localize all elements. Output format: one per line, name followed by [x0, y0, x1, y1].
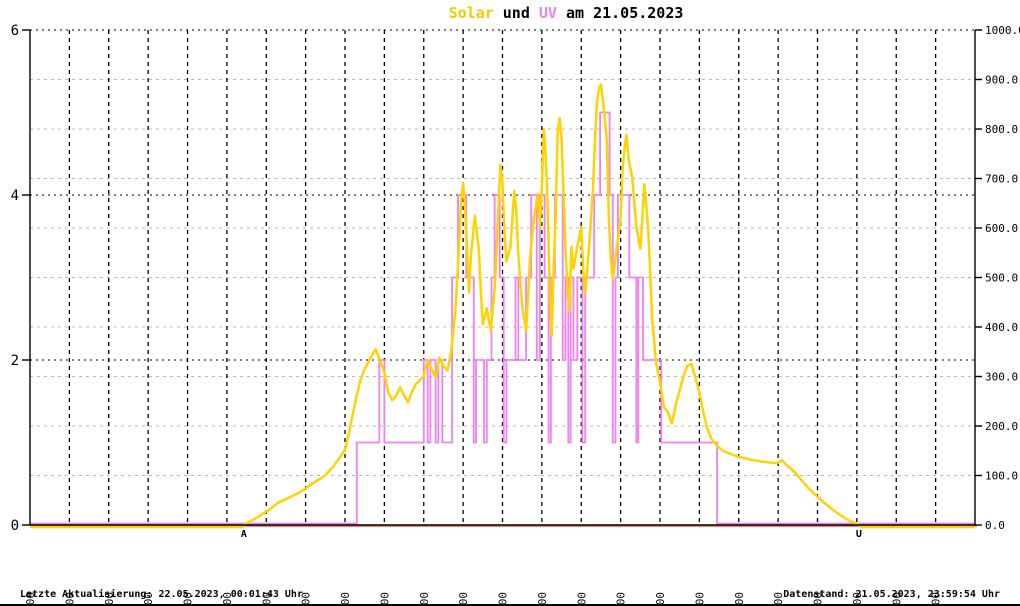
right-axis-label: 300.0: [985, 371, 1018, 384]
right-axis-label: 100.0: [985, 470, 1018, 483]
left-axis-label: 0: [11, 518, 19, 534]
title-und-label: und: [493, 4, 539, 22]
chart-title: Solar und UV am 21.05.2023: [449, 4, 684, 22]
sun-marker-U: U: [856, 529, 862, 540]
title-uv-label: UV: [538, 4, 557, 22]
title-solar-label: Solar: [448, 4, 494, 22]
right-axis-label: 700.0: [985, 173, 1018, 186]
footer-last-update: Letzte Aktualisierung: 22.05.2023, 00:01…: [20, 589, 303, 600]
right-axis-label: 900.0: [985, 74, 1018, 87]
right-axis-label: 400.0: [985, 321, 1018, 334]
chart-canvas: 0 2 4 6 0.0 100.0 200.0 300.0 400.0 500.0 600.0 700…: [11, 23, 1020, 606]
footer-data-timestamp: Datenstand: 21.05.2023, 23:59:54 Uhr: [783, 589, 1000, 600]
right-axis-label: 0.0: [985, 519, 1005, 532]
sun-marker-A: A: [241, 529, 247, 540]
right-axis-label: 1000.0: [985, 24, 1020, 37]
right-axis-label: 800.0: [985, 123, 1018, 136]
right-axis-label: 500.0: [985, 272, 1018, 285]
solar-uv-chart-page: 0 2 4 6 0.0 100.0 200.0 300.0 400.0 500.0 600.0 700…: [0, 0, 1020, 606]
left-axis-label: 2: [11, 353, 19, 369]
right-axis-label: 600.0: [985, 222, 1018, 235]
left-axis-label: 6: [11, 23, 19, 39]
right-axis-label: 200.0: [985, 420, 1018, 433]
title-date-label: am 21.05.2023: [556, 4, 684, 22]
left-axis-label: 4: [11, 188, 19, 204]
